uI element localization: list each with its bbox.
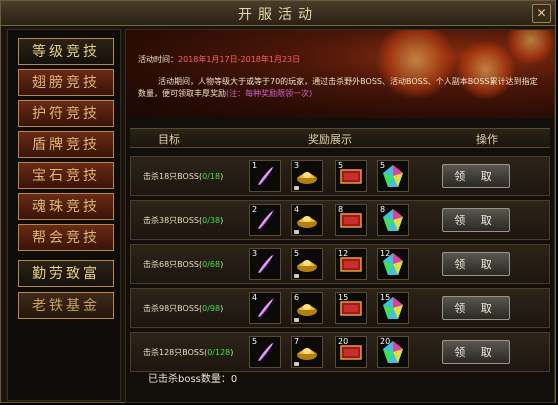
bound-lock-icon bbox=[294, 274, 299, 278]
reward-item[interactable]: 4 bbox=[291, 204, 323, 236]
goal-progress: 0/38 bbox=[202, 216, 221, 225]
tab-shield[interactable]: 盾牌竞技 bbox=[18, 131, 114, 158]
goal-text: 击杀68只BOSS bbox=[143, 260, 199, 269]
goal-label: 击杀68只BOSS(0/68) bbox=[143, 260, 224, 269]
tab-soul-orb[interactable]: 魂珠竞技 bbox=[18, 193, 114, 220]
window-title: 开服活动 bbox=[238, 7, 318, 23]
item-quantity: 7 bbox=[294, 337, 300, 346]
bound-lock-icon bbox=[294, 362, 299, 366]
claim-button[interactable]: 领 取 bbox=[442, 164, 510, 188]
kill-count: 已击杀boss数量：0 bbox=[148, 370, 237, 385]
table-header: 目标 奖励展示 操作 bbox=[130, 128, 550, 148]
goal-label: 击杀38只BOSS(0/38) bbox=[143, 216, 224, 225]
header-action: 操作 bbox=[476, 133, 498, 146]
goal-text: 击杀98只BOSS bbox=[143, 304, 199, 313]
bound-lock-icon bbox=[294, 318, 299, 322]
reward-item[interactable]: 6 bbox=[291, 292, 323, 324]
reward-item[interactable]: 12 bbox=[335, 248, 367, 280]
item-quantity: 6 bbox=[294, 293, 300, 302]
reward-item[interactable]: 7 bbox=[291, 336, 323, 368]
tab-wings[interactable]: 翅膀竞技 bbox=[18, 69, 114, 96]
claim-button[interactable]: 领 取 bbox=[442, 252, 510, 276]
item-quantity: 2 bbox=[252, 205, 258, 214]
reward-item[interactable]: 20 bbox=[335, 336, 367, 368]
close-button[interactable]: ✕ bbox=[532, 4, 551, 23]
goal-progress: 0/18 bbox=[202, 172, 221, 181]
reward-item[interactable]: 4 bbox=[249, 292, 281, 324]
item-quantity: 5 bbox=[380, 161, 386, 170]
event-time: 活动时间：2018年1月17日-2018年1月23日 bbox=[138, 54, 300, 66]
reward-item[interactable]: 3 bbox=[249, 248, 281, 280]
header-rewards: 奖励展示 bbox=[308, 133, 352, 146]
desc-text: 活动期间，人物等级大于或等于70的玩家，通过击杀野外BOSS、活动BOSS、个人… bbox=[138, 77, 538, 98]
event-description: 活动期间，人物等级大于或等于70的玩家，通过击杀野外BOSS、活动BOSS、个人… bbox=[138, 76, 542, 100]
item-quantity: 4 bbox=[294, 205, 300, 214]
tab-level[interactable]: 等级竞技 bbox=[18, 38, 114, 65]
goal-label: 击杀98只BOSS(0/98) bbox=[143, 304, 224, 313]
tab-hardwork[interactable]: 勤劳致富 bbox=[18, 260, 114, 287]
reward-item[interactable]: 12 bbox=[377, 248, 409, 280]
tab-guild[interactable]: 帮会竞技 bbox=[18, 224, 114, 251]
event-banner: 活动时间：2018年1月17日-2018年1月23日 活动期间，人物等级大于或等… bbox=[126, 30, 554, 118]
kill-count-value: 0 bbox=[230, 374, 238, 385]
reward-item[interactable]: 5 bbox=[291, 248, 323, 280]
item-quantity: 12 bbox=[380, 249, 391, 258]
kill-count-label: 已击杀boss数量： bbox=[148, 374, 231, 385]
tab-fund[interactable]: 老铁基金 bbox=[18, 292, 114, 319]
reward-row: 击杀128只BOSS(0/128) 5 7 20 20 领 取 bbox=[130, 332, 550, 372]
item-quantity: 8 bbox=[380, 205, 386, 214]
claim-button[interactable]: 领 取 bbox=[442, 296, 510, 320]
reward-item[interactable]: 20 bbox=[377, 336, 409, 368]
reward-item[interactable]: 5 bbox=[335, 160, 367, 192]
item-quantity: 3 bbox=[252, 249, 258, 258]
item-quantity: 3 bbox=[294, 161, 300, 170]
goal-text: 击杀38只BOSS bbox=[143, 216, 199, 225]
item-quantity: 5 bbox=[338, 161, 344, 170]
goal-progress: 0/98 bbox=[202, 304, 221, 313]
goal-label: 击杀128只BOSS(0/128) bbox=[143, 348, 234, 357]
reward-item[interactable]: 3 bbox=[291, 160, 323, 192]
item-quantity: 1 bbox=[252, 161, 258, 170]
bound-lock-icon bbox=[294, 230, 299, 234]
reward-row: 击杀18只BOSS(0/18) 1 3 5 5 领 取 bbox=[130, 156, 550, 196]
main-panel: 活动时间：2018年1月17日-2018年1月23日 活动期间，人物等级大于或等… bbox=[125, 29, 555, 403]
goal-progress: 0/128 bbox=[207, 348, 231, 357]
claim-button[interactable]: 领 取 bbox=[442, 340, 510, 364]
reward-item[interactable]: 15 bbox=[335, 292, 367, 324]
activity-window: 开服活动 ✕ 等级竞技 翅膀竞技 护符竞技 盾牌竞技 宝石竞技 魂珠竞技 帮会竞… bbox=[0, 0, 556, 403]
sidebar: 等级竞技 翅膀竞技 护符竞技 盾牌竞技 宝石竞技 魂珠竞技 帮会竞技 勤劳致富 … bbox=[7, 29, 121, 401]
reward-item[interactable]: 15 bbox=[377, 292, 409, 324]
reward-item[interactable]: 2 bbox=[249, 204, 281, 236]
reward-row: 击杀38只BOSS(0/38) 2 4 8 8 领 取 bbox=[130, 200, 550, 240]
reward-item[interactable]: 8 bbox=[335, 204, 367, 236]
item-quantity: 8 bbox=[338, 205, 344, 214]
goal-progress: 0/68 bbox=[202, 260, 221, 269]
title-bar: 开服活动 ✕ bbox=[1, 1, 555, 26]
item-quantity: 12 bbox=[338, 249, 349, 258]
item-quantity: 5 bbox=[252, 337, 258, 346]
item-quantity: 20 bbox=[338, 337, 349, 346]
time-label: 活动时间： bbox=[138, 55, 178, 64]
item-quantity: 15 bbox=[380, 293, 391, 302]
item-quantity: 4 bbox=[252, 293, 258, 302]
goal-text: 击杀18只BOSS bbox=[143, 172, 199, 181]
tab-amulet[interactable]: 护符竞技 bbox=[18, 100, 114, 127]
reward-item[interactable]: 5 bbox=[249, 336, 281, 368]
item-quantity: 15 bbox=[338, 293, 349, 302]
tab-gem[interactable]: 宝石竞技 bbox=[18, 162, 114, 189]
reward-item[interactable]: 1 bbox=[249, 160, 281, 192]
header-target: 目标 bbox=[158, 133, 180, 146]
goal-label: 击杀18只BOSS(0/18) bbox=[143, 172, 224, 181]
reward-row: 击杀98只BOSS(0/98) 4 6 15 15 领 取 bbox=[130, 288, 550, 328]
goal-text: 击杀128只BOSS bbox=[143, 348, 205, 357]
bound-lock-icon bbox=[294, 186, 299, 190]
time-range: 2018年1月17日-2018年1月23日 bbox=[178, 55, 301, 64]
claim-button[interactable]: 领 取 bbox=[442, 208, 510, 232]
desc-note: (注：每种奖励限领一次) bbox=[226, 89, 313, 98]
reward-item[interactable]: 8 bbox=[377, 204, 409, 236]
item-quantity: 20 bbox=[380, 337, 391, 346]
reward-row: 击杀68只BOSS(0/68) 3 5 12 12 领 取 bbox=[130, 244, 550, 284]
item-quantity: 5 bbox=[294, 249, 300, 258]
reward-item[interactable]: 5 bbox=[377, 160, 409, 192]
